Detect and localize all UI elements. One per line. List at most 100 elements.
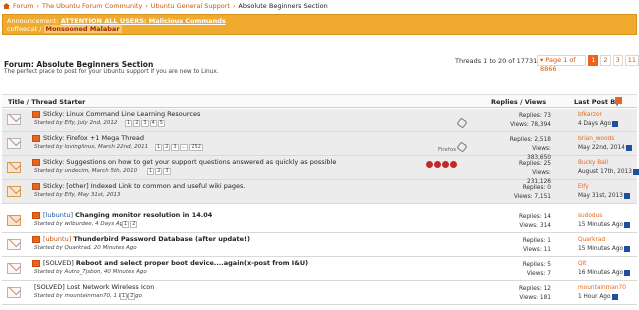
- table-row[interactable]: [ubuntu] Thunderbird Password Database (…: [2, 234, 637, 257]
- thread-count: Threads 1 to 20 of 177314: [455, 57, 542, 65]
- thread-title[interactable]: Thunderbird Password Database (after upd…: [73, 235, 250, 243]
- thread-page-link[interactable]: 3: [141, 120, 149, 127]
- replies-count: Replies: 73: [519, 113, 551, 119]
- go-to-last-post-icon[interactable]: [624, 269, 631, 276]
- rating-icons: [426, 161, 457, 168]
- go-to-last-post-icon[interactable]: [623, 192, 630, 199]
- go-to-last-post-icon[interactable]: [611, 293, 618, 300]
- replies-count: Replies: 2,518: [509, 137, 551, 143]
- thread-title[interactable]: Firefox +1 Mega Thread: [66, 134, 144, 142]
- home-icon[interactable]: [3, 3, 10, 9]
- thread-list: [lubuntu] Changing monitor resolution in…: [2, 210, 637, 310]
- last-post-user[interactable]: Quarkrad: [578, 236, 630, 245]
- last-post-user[interactable]: Elfy: [578, 183, 630, 192]
- rating-icon: [450, 161, 457, 168]
- thread-title[interactable]: Changing monitor resolution in 14.04: [75, 211, 212, 219]
- thread-status-icon: [7, 215, 21, 226]
- sort-icon[interactable]: [615, 97, 622, 104]
- last-post-user[interactable]: brian_woods: [578, 135, 632, 144]
- firefox-tag: Firefox: [438, 147, 457, 153]
- thread-page-link[interactable]: 2: [133, 120, 141, 127]
- column-last-post[interactable]: Last Post By: [574, 98, 619, 106]
- thread-page-link[interactable]: 4: [149, 120, 157, 127]
- go-to-last-post-icon[interactable]: [624, 221, 631, 228]
- thread-page-link[interactable]: 1: [122, 221, 130, 228]
- last-post-user[interactable]: Qlt: [578, 260, 630, 269]
- thread-title[interactable]: Reboot and select proper boot device....…: [76, 259, 308, 267]
- thread-status-icon: [7, 287, 21, 298]
- announcement-user[interactable]: coffeecat: [7, 25, 37, 33]
- page-3[interactable]: 3: [612, 54, 623, 66]
- sticky-threads: Sticky: Linux Command Line Learning Reso…: [2, 109, 639, 204]
- thread-pages: 1 2: [122, 221, 138, 228]
- thread-page-link[interactable]: 3: [163, 168, 171, 175]
- thread-page-link[interactable]: 1: [120, 293, 128, 300]
- thread-type-icon: [32, 260, 40, 267]
- thread-page-link[interactable]: 2: [130, 221, 138, 228]
- replies-count: Replies: 1: [522, 238, 551, 244]
- page-11[interactable]: 11: [624, 54, 639, 66]
- attachment-icon: [456, 141, 468, 153]
- go-to-last-post-icon[interactable]: [612, 120, 619, 127]
- last-post-user[interactable]: bfkarzor: [578, 111, 618, 120]
- attachment-icon: [456, 117, 468, 129]
- go-to-last-post-icon[interactable]: [626, 144, 632, 151]
- thread-starter: Started by Elfy, July 2nd, 2012: [34, 120, 118, 126]
- table-row[interactable]: Sticky: [other] Indexed Link to common a…: [2, 181, 637, 204]
- last-post-time: May 31st, 2013: [578, 193, 623, 199]
- last-post-user[interactable]: sudodus: [578, 212, 630, 221]
- page-1[interactable]: 1: [588, 54, 599, 66]
- column-title[interactable]: Title / Thread Starter: [8, 98, 85, 106]
- thread-page-link[interactable]: 2: [163, 144, 171, 151]
- thread-page-link[interactable]: 1: [155, 144, 163, 151]
- thread-starter: Started by Autro_Tjsbon, 40 Minutes Ago: [34, 269, 147, 275]
- thread-starter: Started by undecim, March 5th, 2010: [34, 168, 138, 174]
- breadcrumb-forum[interactable]: Forum: [13, 2, 34, 10]
- last-post-time: 1 Hour Ago: [578, 294, 611, 300]
- chevron-right-icon: ›: [36, 2, 40, 10]
- announcement-sender[interactable]: Monsooned Malabar: [43, 25, 122, 33]
- thread-title[interactable]: Linux Command Line Learning Resources: [66, 110, 200, 118]
- table-row[interactable]: Sticky: Linux Command Line Learning Reso…: [2, 109, 637, 132]
- thread-pages: 1 2: [120, 293, 136, 300]
- table-row[interactable]: [lubuntu] Changing monitor resolution in…: [2, 210, 637, 233]
- thread-pages: 1 2 3 ... 252: [155, 144, 203, 151]
- table-row[interactable]: [SOLVED] Lost Network Wireless Icon Star…: [2, 282, 637, 305]
- thread-page-link[interactable]: ...: [179, 144, 189, 151]
- table-row[interactable]: Sticky: Firefox +1 Mega Thread Started b…: [2, 133, 637, 161]
- go-to-last-post-icon[interactable]: [624, 245, 631, 252]
- announcement-link[interactable]: ATTENTION ALL USERS: Malicious Commands: [61, 17, 226, 25]
- forum-description: The perfect place to post for your Ubunt…: [4, 69, 219, 75]
- thread-title[interactable]: [other] Indexed Link to common and usefu…: [66, 182, 245, 190]
- thread-page-link[interactable]: 2: [128, 293, 136, 300]
- thread-page-link[interactable]: 1: [147, 168, 155, 175]
- thread-page-link[interactable]: 1: [125, 120, 133, 127]
- table-row[interactable]: [SOLVED] Reboot and select proper boot d…: [2, 258, 637, 281]
- thread-prefix: [SOLVED]: [34, 283, 65, 291]
- thread-title[interactable]: Suggestions on how to get your support q…: [66, 158, 336, 166]
- thread-type-icon: [32, 236, 40, 243]
- thread-page-link[interactable]: 5: [157, 120, 165, 127]
- breadcrumb-general-support[interactable]: Ubuntu General Support: [151, 2, 230, 10]
- thread-starter: Started by wilburdee, 4 Days Ago: [34, 221, 127, 227]
- thread-page-link[interactable]: 252: [189, 144, 203, 151]
- pagination: ▾ Page 1 of 8866 1 2 3 11: [537, 54, 639, 73]
- last-post-time: 15 Minutes Ago: [578, 246, 624, 252]
- thread-title[interactable]: Lost Network Wireless Icon: [67, 283, 155, 291]
- thread-prefix: Sticky:: [43, 158, 65, 166]
- last-post-user[interactable]: Bucky Ball: [578, 159, 639, 168]
- sticky-icon: [32, 111, 40, 118]
- last-post-user[interactable]: mountainman70: [578, 284, 626, 293]
- column-stats[interactable]: Replies / Views: [491, 98, 546, 106]
- page-jump-dropdown[interactable]: ▾ Page 1 of 8866: [537, 54, 587, 73]
- thread-page-link[interactable]: 2: [155, 168, 163, 175]
- go-to-last-post-icon[interactable]: [632, 168, 639, 175]
- breadcrumb-community[interactable]: The Ubuntu Forum Community: [42, 2, 142, 10]
- thread-starter: Started by lovinglinux, March 22nd, 2011: [34, 144, 149, 150]
- page-2[interactable]: 2: [600, 54, 611, 66]
- table-row[interactable]: Sticky: Suggestions on how to get your s…: [2, 147, 639, 185]
- thread-prefix: [SOLVED]: [43, 259, 74, 267]
- thread-status-icon: [7, 263, 21, 274]
- thread-page-link[interactable]: 3: [171, 144, 179, 151]
- last-post-time: August 17th, 2013: [578, 169, 632, 175]
